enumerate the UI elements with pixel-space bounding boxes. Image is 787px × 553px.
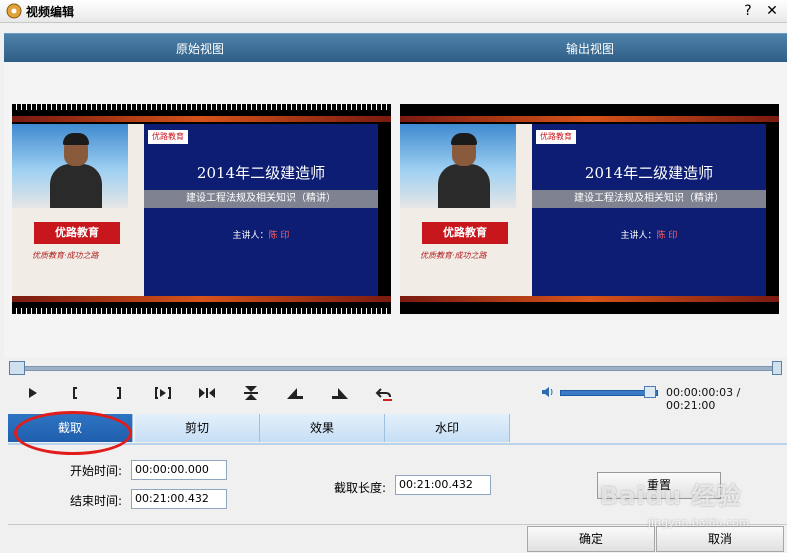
film-edge-top: [12, 104, 391, 110]
split-icon[interactable]: [240, 384, 262, 402]
time-display: 00:00:00:03 / 00:21:00: [666, 386, 741, 412]
length-field[interactable]: [395, 475, 491, 495]
volume-thumb[interactable]: [644, 386, 656, 398]
tab-effects[interactable]: 效果: [260, 414, 385, 442]
original-view-label: 原始视图: [176, 42, 225, 56]
presenter-label: 主讲人：: [232, 231, 269, 241]
slide-brand: 优路教育: [148, 130, 188, 144]
frame-step-icon[interactable]: [196, 384, 218, 402]
speaker-video: [12, 124, 128, 208]
cancel-button[interactable]: 取消: [656, 526, 784, 552]
tab-cut[interactable]: 剪切: [135, 414, 260, 442]
ok-button[interactable]: 确定: [527, 526, 655, 552]
speaker-panel: 优路教育 优质教育·成功之路: [400, 124, 532, 296]
slide-presenter: 主讲人：陈 印: [532, 228, 766, 241]
volume-icon[interactable]: [541, 386, 555, 398]
slide-brand: 优路教育: [536, 130, 576, 144]
slide-title: 2014年二级建造师: [196, 164, 326, 182]
slide-subtitle: 建设工程法规及相关知识（精讲）: [532, 190, 766, 208]
mark-out-icon[interactable]: [108, 384, 130, 402]
slide-band-top: [400, 116, 779, 122]
cut-left-icon[interactable]: [284, 384, 306, 402]
slide-band-bottom: [400, 296, 779, 302]
slide-panel: 优路教育 2014年二级建造师 建设工程法规及相关知识（精讲） 主讲人：陈 印: [532, 124, 766, 296]
slide-title: 2014年二级建造师: [584, 164, 714, 182]
presenter-label: 主讲人：: [620, 231, 657, 241]
start-time-field[interactable]: [131, 460, 227, 480]
brand-slogan: 优质教育·成功之路: [420, 251, 487, 260]
play-icon[interactable]: [22, 384, 44, 402]
length-label: 截取长度:: [334, 481, 387, 495]
slide-presenter: 主讲人：陈 印: [144, 228, 378, 241]
brand-logo: 优路教育: [34, 222, 120, 244]
watermark-url: jingyan.baidu.com: [648, 516, 750, 529]
film-edge-bottom: [12, 308, 391, 314]
output-video-frame[interactable]: 优路教育 优质教育·成功之路 优路教育 2014年二级建造师 建设工程法规及相关…: [400, 104, 779, 314]
slide-subtitle: 建设工程法规及相关知识（精讲）: [144, 190, 378, 208]
slide-band-top: [12, 116, 391, 122]
end-time-label: 结束时间:: [70, 494, 123, 508]
help-button[interactable]: ?: [739, 2, 757, 20]
app-icon: [6, 3, 22, 19]
speaker-panel: 优路教育 优质教育·成功之路: [12, 124, 144, 296]
original-video-frame[interactable]: 优路教育 优质教育·成功之路 优路教育 2014年二级建造师 建设工程法规及相关…: [12, 104, 391, 314]
speaker-hair: [451, 133, 477, 145]
window-title: 视频编辑: [26, 5, 75, 19]
title-bar: [0, 0, 787, 23]
speaker-video: [400, 124, 516, 208]
brand-logo: 优路教育: [422, 222, 508, 244]
slide-panel: 优路教育 2014年二级建造师 建设工程法规及相关知识（精讲） 主讲人：陈 印: [144, 124, 378, 296]
speaker-body: [50, 164, 102, 208]
cut-right-icon[interactable]: [329, 384, 351, 402]
close-button[interactable]: ✕: [763, 2, 781, 20]
annotation-circle: [14, 411, 132, 455]
view-header: 原始视图 输出视图: [4, 33, 787, 62]
start-time-label: 开始时间:: [70, 464, 123, 478]
seek-end-handle[interactable]: [772, 361, 782, 375]
end-time-field[interactable]: [131, 489, 227, 509]
presenter-name: 陈 印: [268, 231, 290, 241]
speaker-hair: [63, 133, 89, 145]
mark-set-icon[interactable]: [152, 384, 174, 402]
watermark-text: Baidu 经验: [600, 482, 742, 510]
seek-bar[interactable]: [14, 366, 782, 371]
undo-icon[interactable]: [373, 384, 395, 402]
presenter-name: 陈 印: [656, 231, 678, 241]
tab-watermark[interactable]: 水印: [385, 414, 510, 442]
brand-slogan: 优质教育·成功之路: [32, 251, 99, 260]
output-view-label: 输出视图: [566, 42, 615, 56]
mark-in-icon[interactable]: [65, 384, 87, 402]
preview-area: 优路教育 优质教育·成功之路 优路教育 2014年二级建造师 建设工程法规及相关…: [4, 62, 787, 358]
speaker-body: [438, 164, 490, 208]
slide-band-bottom: [12, 296, 391, 302]
seek-start-handle[interactable]: [9, 361, 25, 375]
